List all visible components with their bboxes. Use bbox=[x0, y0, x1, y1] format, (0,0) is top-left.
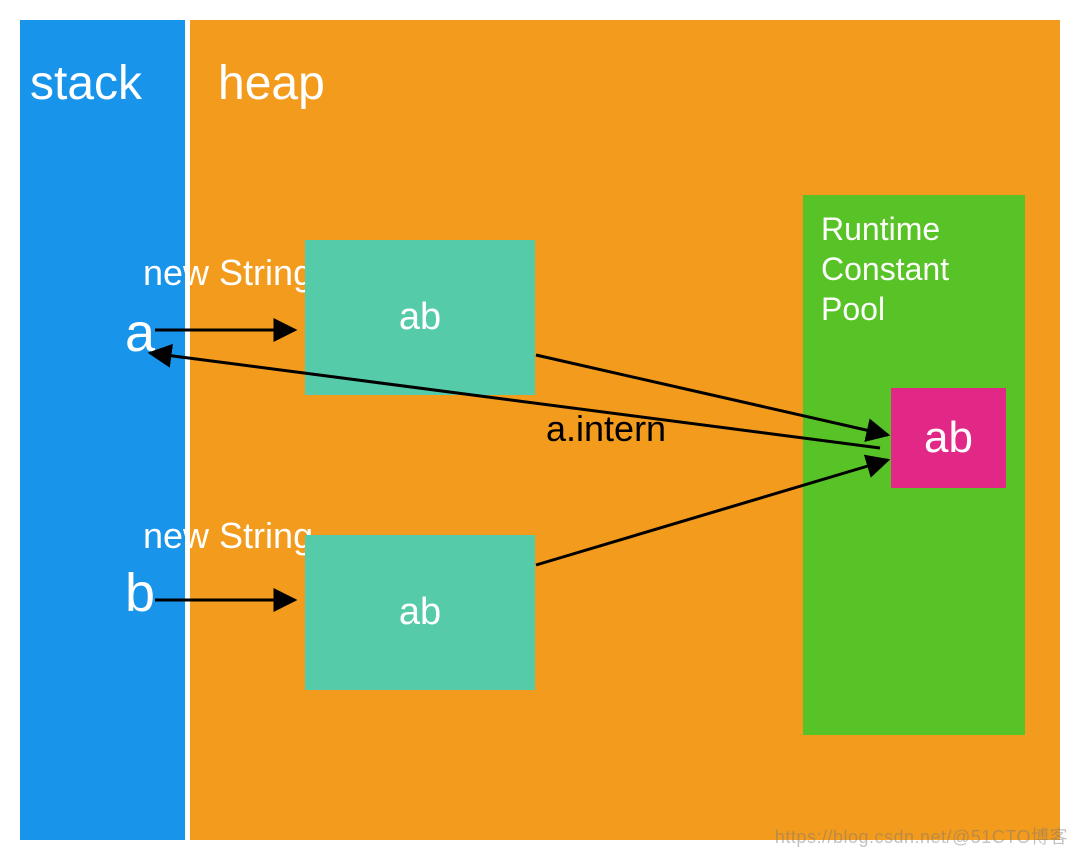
heap-title: heap bbox=[190, 20, 1060, 111]
runtime-constant-pool: RuntimeConstantPool ab bbox=[803, 195, 1025, 735]
new-string-label-1: new String bbox=[143, 252, 313, 294]
string-object-2-value: ab bbox=[399, 591, 441, 634]
intern-label: a.intern bbox=[546, 408, 666, 450]
new-string-label-2: new String bbox=[143, 515, 313, 557]
pool-title: RuntimeConstantPool bbox=[803, 195, 1025, 329]
string-object-2: ab bbox=[305, 535, 535, 690]
watermark: https://blog.csdn.net/@51CTO博客 bbox=[775, 823, 1068, 849]
heap-region: heap new String ab new String ab a.inter… bbox=[190, 20, 1060, 840]
stack-region: stack a b bbox=[20, 20, 185, 840]
pool-value-box: ab bbox=[891, 388, 1006, 488]
variable-b: b bbox=[125, 562, 155, 624]
string-object-1-value: ab bbox=[399, 296, 441, 339]
pool-value: ab bbox=[924, 413, 973, 463]
string-object-1: ab bbox=[305, 240, 535, 395]
stack-title: stack bbox=[20, 20, 185, 111]
variable-a: a bbox=[125, 302, 155, 364]
